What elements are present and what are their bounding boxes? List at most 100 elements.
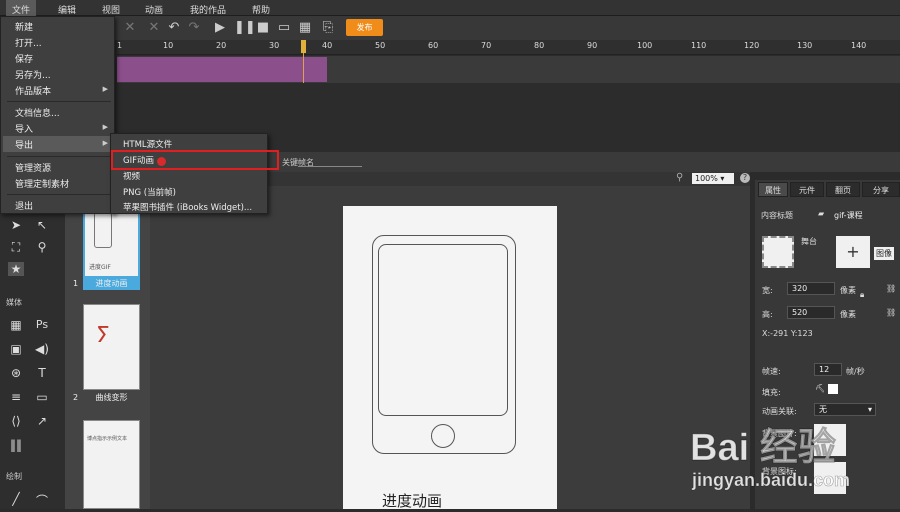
height-input[interactable]: 520 <box>787 306 835 319</box>
play-icon[interactable]: ▶ <box>212 20 228 36</box>
menu-help[interactable]: 帮助 <box>252 3 270 16</box>
menu-item-manage-custom[interactable]: 管理定制素材 <box>15 177 69 190</box>
menu-item-export-ibooks[interactable]: 苹果图书插件 (iBooks Widget)... <box>123 201 252 213</box>
page-thumbnail[interactable]: 博点指示示例文本 <box>83 420 140 509</box>
menu-item-export-video[interactable]: 视频 <box>123 170 140 182</box>
menu-item-doc-info[interactable]: 文档信息... <box>15 106 60 119</box>
pause-icon[interactable]: ❚❚ <box>234 20 256 36</box>
stage-thumbnail[interactable] <box>762 236 794 268</box>
fill-color-swatch[interactable] <box>828 384 838 394</box>
paint-bucket-icon[interactable]: ⛏ <box>815 384 825 393</box>
node-edit-icon[interactable]: ↖ <box>34 218 50 232</box>
playhead-line <box>303 53 304 83</box>
lock-icon[interactable]: 🔒︎ <box>860 290 864 300</box>
menu-item-export-png[interactable]: PNG (当前帧) <box>123 186 176 198</box>
zoom-select[interactable]: 100% ▾ <box>692 173 734 184</box>
ruler-tick: 70 <box>481 41 492 50</box>
ruler-tick: 110 <box>691 41 707 50</box>
photoshop-icon[interactable]: Ps <box>34 318 50 331</box>
text-icon[interactable]: T <box>34 366 50 380</box>
menu-view[interactable]: 视图 <box>102 3 120 16</box>
help-icon[interactable]: ? <box>740 173 750 183</box>
page-number: 1 <box>73 279 79 288</box>
undo-icon[interactable]: ↶ <box>166 20 182 36</box>
add-image-button[interactable]: + <box>836 236 870 268</box>
audio-icon[interactable]: ◀) <box>34 342 50 356</box>
qrcode-icon[interactable]: ▦ <box>297 20 313 36</box>
menu-item-manage-resources[interactable]: 管理资源 <box>15 161 51 174</box>
ruler-tick: 10 <box>163 41 174 50</box>
page-thumbnail[interactable]: ⵢ <box>83 304 140 390</box>
stage-text[interactable]: 进度动画 <box>382 490 442 511</box>
phone-icon <box>94 212 112 248</box>
page-thumbnail-panel: 进度GIF 进度动画 1 ⵢ 曲线变形 2 博点指示示例文本 <box>65 186 150 509</box>
menu-item-export[interactable]: 导出 <box>15 138 33 151</box>
ruler-tick: 40 <box>322 41 333 50</box>
home-button-icon <box>431 424 455 448</box>
page-thumbnail[interactable]: 进度GIF <box>83 206 140 278</box>
menu-edit[interactable]: 编辑 <box>58 3 76 16</box>
tab-properties[interactable]: 属性 <box>758 182 788 197</box>
content-title-value[interactable]: gif-课程 <box>834 210 863 221</box>
menu-item-import[interactable]: 导入 <box>15 122 33 135</box>
ruler-tick: 80 <box>534 41 545 50</box>
menu-my-works[interactable]: 我的作品 <box>190 3 226 16</box>
menu-file[interactable]: 文件 <box>6 0 37 16</box>
barcode-icon[interactable]: ‖‖ <box>8 438 24 452</box>
tab-pageflip[interactable]: 翻页 <box>826 182 860 197</box>
image-label[interactable]: 图像 <box>874 247 894 260</box>
mouse-cursor-icon <box>157 157 166 166</box>
paragraph-icon[interactable]: ≡ <box>8 390 24 404</box>
transform-icon[interactable]: ⛶ <box>8 240 24 255</box>
page-caption[interactable]: 曲线变形 <box>83 392 140 404</box>
phone-outline[interactable] <box>372 235 516 454</box>
menu-item-exit[interactable]: 退出 <box>15 199 33 212</box>
stop-icon[interactable]: ■ <box>255 20 271 36</box>
curve-icon[interactable]: ⌒ <box>34 492 50 509</box>
menu-animation[interactable]: 动画 <box>145 3 163 16</box>
menu-item-save-as[interactable]: 另存为... <box>15 68 51 81</box>
menu-item-versions[interactable]: 作品版本 <box>15 84 51 97</box>
preview-icon[interactable]: ▭ <box>276 20 292 36</box>
code-icon[interactable]: ⟨⟩ <box>8 414 24 428</box>
grid-icon[interactable]: ▦ <box>8 318 24 332</box>
menu-item-export-html[interactable]: HTML源文件 <box>123 138 172 150</box>
link-icon[interactable]: ⛓ <box>886 308 896 317</box>
zoom-icon[interactable]: ⚲ <box>34 240 50 254</box>
delete-icon[interactable]: ✕ <box>122 20 138 36</box>
publish-button[interactable]: 发布 <box>346 19 383 36</box>
timeline-keyframe-span[interactable] <box>117 57 327 82</box>
page-caption[interactable]: 进度动画 <box>83 278 140 290</box>
menu-item-save[interactable]: 保存 <box>15 52 33 65</box>
script-icon[interactable]: ⎘ <box>320 20 336 36</box>
submenu-arrow-icon: ▶ <box>102 123 108 131</box>
keyframe-name-input[interactable] <box>298 166 362 167</box>
stage-canvas[interactable] <box>343 206 557 509</box>
fps-input[interactable]: 12 <box>814 363 842 376</box>
width-input[interactable]: 320 <box>787 282 835 295</box>
content-title-label: 内容标题 <box>761 211 793 220</box>
timeline-ruler[interactable]: 1 10 20 30 40 50 60 70 80 90 100 110 120… <box>117 40 900 55</box>
ruler-tick: 1 <box>117 41 123 50</box>
tab-share[interactable]: 分享 <box>862 182 900 197</box>
star-widget-icon[interactable]: ★ <box>8 262 24 276</box>
export-submenu: HTML源文件 GIF动画 视频 PNG (当前帧) 苹果图书插件 (iBook… <box>110 133 268 214</box>
menu-separator <box>7 101 111 102</box>
link-icon[interactable]: ⛓ <box>886 284 896 293</box>
cut-icon[interactable]: ✕ <box>146 20 162 36</box>
menu-item-new[interactable]: 新建 <box>15 20 33 33</box>
search-icon[interactable]: ⚲ <box>676 172 683 183</box>
redo-icon[interactable]: ↷ <box>186 20 202 36</box>
line-icon[interactable]: ╱ <box>8 492 24 506</box>
menu-item-open[interactable]: 打开... <box>15 36 42 49</box>
playhead-handle[interactable] <box>301 40 306 53</box>
tab-components[interactable]: 元件 <box>790 182 824 197</box>
select-arrow-icon[interactable]: ➤ <box>8 218 24 232</box>
video-icon[interactable]: ⊛ <box>8 366 24 380</box>
image-icon[interactable]: ▣ <box>8 342 24 356</box>
properties-tabs: 属性 元件 翻页 分享 <box>758 182 900 197</box>
comment-icon[interactable]: ▭ <box>34 390 50 404</box>
ruler-tick: 60 <box>428 41 439 50</box>
ruler-tick: 100 <box>637 41 653 50</box>
chart-icon[interactable]: ↗ <box>34 414 50 428</box>
